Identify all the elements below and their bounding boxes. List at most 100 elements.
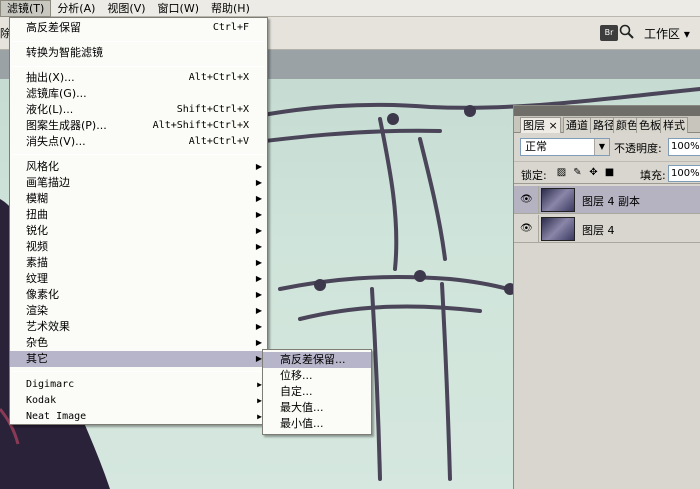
fill-label: 填充:	[640, 169, 666, 182]
menu-item-label: 液化(L)...	[26, 103, 74, 116]
menu-shortcut: Alt+Ctrl+X	[188, 72, 249, 83]
menu-item-kodak[interactable]: Kodak ▶	[10, 393, 267, 409]
tab-layers[interactable]: 图层 ×	[520, 117, 561, 133]
submenu-item-offset[interactable]: 位移...	[263, 368, 371, 384]
layer-name: 图层 4 副本	[582, 195, 640, 208]
menu-separator	[12, 154, 265, 155]
menu-item-label: 渲染	[26, 304, 48, 317]
menu-item-label: 高反差保留	[26, 21, 81, 34]
menu-item-liquify[interactable]: 液化(L)... Shift+Ctrl+X	[10, 102, 267, 118]
menu-view[interactable]: 视图(V)	[101, 0, 151, 17]
menu-item-neat-image[interactable]: Neat Image ▶	[10, 409, 267, 425]
menu-item-noise[interactable]: 杂色 ▶	[10, 335, 267, 351]
menu-item-digimarc[interactable]: Digimarc ▶	[10, 377, 267, 393]
submenu-arrow-icon: ▶	[255, 274, 262, 283]
other-submenu: 高反差保留... 位移... 自定... 最大值... 最小值...	[262, 349, 372, 435]
opacity-input[interactable]: 100%	[668, 138, 700, 156]
menu-item-label: 素描	[26, 256, 48, 269]
menu-bar: 滤镜(T) 分析(A) 视图(V) 窗口(W) 帮助(H)	[0, 0, 700, 17]
menu-item-sharpen[interactable]: 锐化 ▶	[10, 223, 267, 239]
lock-row: 锁定: ▨ ✎ ✥ ■ 填充: 100%	[514, 161, 700, 184]
menu-item-label: 锐化	[26, 224, 48, 237]
menu-item-artistic[interactable]: 艺术效果 ▶	[10, 319, 267, 335]
submenu-arrow-icon: ▶	[255, 306, 262, 315]
submenu-arrow-icon: ▶	[255, 194, 262, 203]
menu-item-distort[interactable]: 扭曲 ▶	[10, 207, 267, 223]
menu-item-label: 杂色	[26, 336, 48, 349]
filter-dropdown-menu: 高反差保留 Ctrl+F 转换为智能滤镜 抽出(X)... Alt+Ctrl+X…	[9, 17, 268, 425]
menu-item-smart-filter[interactable]: 转换为智能滤镜	[10, 45, 267, 61]
zoom-icon[interactable]	[618, 23, 636, 41]
panel-titlebar[interactable]	[514, 106, 700, 116]
menu-item-blur[interactable]: 模糊 ▶	[10, 191, 267, 207]
menu-item-brush-strokes[interactable]: 画笔描边 ▶	[10, 175, 267, 191]
menu-item-label: 扭曲	[26, 208, 48, 221]
submenu-item-minimum[interactable]: 最小值...	[263, 416, 371, 432]
eye-icon[interactable]: 👁	[520, 194, 533, 205]
layer-thumbnail	[541, 217, 575, 241]
menu-item-sketch[interactable]: 素描 ▶	[10, 255, 267, 271]
tab-styles[interactable]: 样式	[660, 117, 688, 133]
layer-row[interactable]: 👁 图层 4 副本	[514, 186, 700, 214]
menu-shortcut: Shift+Ctrl+X	[176, 104, 249, 115]
menu-item-last-filter[interactable]: 高反差保留 Ctrl+F	[10, 20, 267, 36]
submenu-arrow-icon: ▶	[255, 290, 262, 299]
eye-icon[interactable]: 👁	[520, 223, 533, 234]
menu-item-filter-gallery[interactable]: 滤镜库(G)...	[10, 86, 267, 102]
divider	[538, 215, 539, 243]
submenu-item-custom[interactable]: 自定...	[263, 384, 371, 400]
fill-input[interactable]: 100%	[668, 165, 700, 182]
layer-thumbnail	[541, 188, 575, 212]
menu-item-pattern-maker[interactable]: 图案生成器(P)... Alt+Shift+Ctrl+X	[10, 118, 267, 134]
submenu-arrow-icon: ▶	[255, 162, 262, 171]
workspace-menu[interactable]: 工作区 ▾	[644, 25, 690, 42]
tab-label: 图层	[523, 119, 545, 132]
submenu-arrow-icon: ▶	[255, 226, 262, 235]
lock-brush-icon[interactable]: ✎	[572, 167, 583, 178]
layer-name: 图层 4	[582, 224, 615, 237]
menu-item-label: 风格化	[26, 160, 59, 173]
menu-item-label: 像素化	[26, 288, 59, 301]
submenu-arrow-icon: ▶	[255, 258, 262, 267]
menu-item-label: 画笔描边	[26, 176, 70, 189]
menu-item-render[interactable]: 渲染 ▶	[10, 303, 267, 319]
menu-item-label: 其它	[26, 352, 48, 365]
menu-filter[interactable]: 滤镜(T)	[0, 0, 52, 17]
lock-move-icon[interactable]: ✥	[588, 167, 599, 178]
menu-separator	[12, 41, 265, 42]
lock-transparency-icon[interactable]: ▨	[556, 167, 567, 178]
submenu-item-maximum[interactable]: 最大值...	[263, 400, 371, 416]
menu-item-stylize[interactable]: 风格化 ▶	[10, 159, 267, 175]
menu-item-label: 艺术效果	[26, 320, 70, 333]
menu-item-other[interactable]: 其它 ▶	[10, 351, 267, 367]
tab-channels[interactable]: 通道	[563, 117, 591, 133]
lock-all-icon[interactable]: ■	[604, 167, 615, 178]
menu-item-label: 抽出(X)...	[26, 71, 75, 84]
menu-item-label: 视频	[26, 240, 48, 253]
blend-mode-select[interactable]: 正常 ▼	[520, 138, 610, 156]
menu-item-vanishing-point[interactable]: 消失点(V)... Alt+Ctrl+V	[10, 134, 267, 150]
menu-item-label: 消失点(V)...	[26, 135, 86, 148]
menu-shortcut: Alt+Shift+Ctrl+X	[152, 120, 249, 131]
layer-row[interactable]: 👁 图层 4	[514, 215, 700, 243]
chevron-down-icon[interactable]: ▼	[594, 139, 609, 155]
menu-shortcut: Alt+Ctrl+V	[188, 136, 249, 147]
menu-help[interactable]: 帮助(H)	[205, 0, 256, 17]
menu-item-pixelate[interactable]: 像素化 ▶	[10, 287, 267, 303]
menu-item-texture[interactable]: 纹理 ▶	[10, 271, 267, 287]
menu-item-label: 模糊	[26, 192, 48, 205]
menu-analysis[interactable]: 分析(A)	[51, 0, 101, 17]
menu-shortcut: Ctrl+F	[212, 22, 249, 33]
layers-panel: 图层 × 通道 路径 颜色 色板 样式 正常 ▼ 不透明度: 100% 锁定: …	[513, 105, 700, 489]
bridge-button[interactable]: Br	[600, 25, 618, 41]
submenu-arrow-icon: ▶	[255, 322, 262, 331]
menu-item-extract[interactable]: 抽出(X)... Alt+Ctrl+X	[10, 70, 267, 86]
menu-item-label: Digimarc	[26, 379, 75, 390]
submenu-arrow-icon: ▶	[255, 178, 262, 187]
menu-window[interactable]: 窗口(W)	[152, 0, 205, 17]
menu-separator	[12, 371, 265, 372]
menu-item-video[interactable]: 视频 ▶	[10, 239, 267, 255]
opacity-label: 不透明度:	[614, 142, 662, 155]
submenu-item-high-pass[interactable]: 高反差保留...	[263, 352, 371, 368]
close-icon[interactable]: ×	[549, 119, 558, 132]
